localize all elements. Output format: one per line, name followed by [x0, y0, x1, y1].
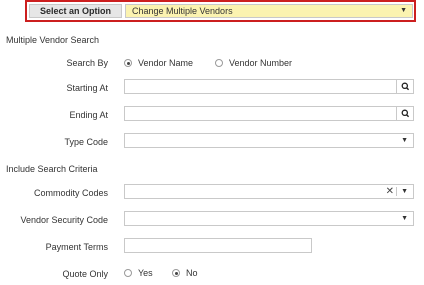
ending-at-label: Ending At	[69, 110, 108, 120]
chevron-down-icon: ▼	[401, 215, 408, 222]
radio-quote-no-label: No	[186, 268, 198, 278]
commodity-codes-label: Commodity Codes	[33, 188, 108, 198]
radio-vendor-name-label: Vendor Name	[138, 58, 194, 68]
radio-quote-yes-label: Yes	[138, 268, 153, 278]
search-by-label: Search By	[66, 58, 108, 68]
radio-quote-no[interactable]	[172, 269, 180, 277]
option-label: Select an Option	[29, 4, 122, 18]
radio-vendor-number-label: Vendor Number	[229, 58, 293, 68]
radio-vendor-name[interactable]	[124, 59, 132, 67]
starting-at-label: Starting At	[66, 83, 108, 93]
payment-terms-input[interactable]	[124, 238, 312, 253]
vendor-security-code-select[interactable]: ▼	[124, 211, 414, 226]
starting-at-search-button[interactable]	[396, 80, 413, 93]
starting-at-input[interactable]	[124, 79, 414, 94]
type-code-label: Type Code	[64, 137, 108, 147]
chevron-down-icon: ▼	[400, 7, 407, 14]
option-select-value: Change Multiple Vendors	[132, 6, 233, 16]
chevron-down-icon: ▼	[401, 137, 408, 144]
payment-terms-label: Payment Terms	[45, 242, 108, 252]
vendor-security-code-label: Vendor Security Code	[20, 215, 108, 225]
chevron-down-icon: ▼	[401, 188, 408, 195]
quote-only-label: Quote Only	[62, 269, 108, 279]
section-title-include-criteria: Include Search Criteria	[6, 164, 98, 174]
search-icon	[401, 109, 410, 118]
type-code-select[interactable]: ▼	[124, 133, 414, 148]
radio-quote-yes[interactable]	[124, 269, 132, 277]
field-divider	[396, 187, 397, 196]
radio-vendor-number[interactable]	[215, 59, 223, 67]
option-selector-frame: Select an Option Change Multiple Vendors…	[25, 0, 416, 22]
search-icon	[401, 82, 410, 91]
ending-at-search-button[interactable]	[396, 107, 413, 120]
commodity-codes-select[interactable]: ✕ ▼	[124, 184, 414, 199]
clear-icon[interactable]: ✕	[386, 185, 394, 198]
section-title-vendor-search: Multiple Vendor Search	[6, 35, 100, 45]
option-select-dropdown[interactable]: Change Multiple Vendors ▼	[125, 4, 413, 18]
ending-at-input[interactable]	[124, 106, 414, 121]
